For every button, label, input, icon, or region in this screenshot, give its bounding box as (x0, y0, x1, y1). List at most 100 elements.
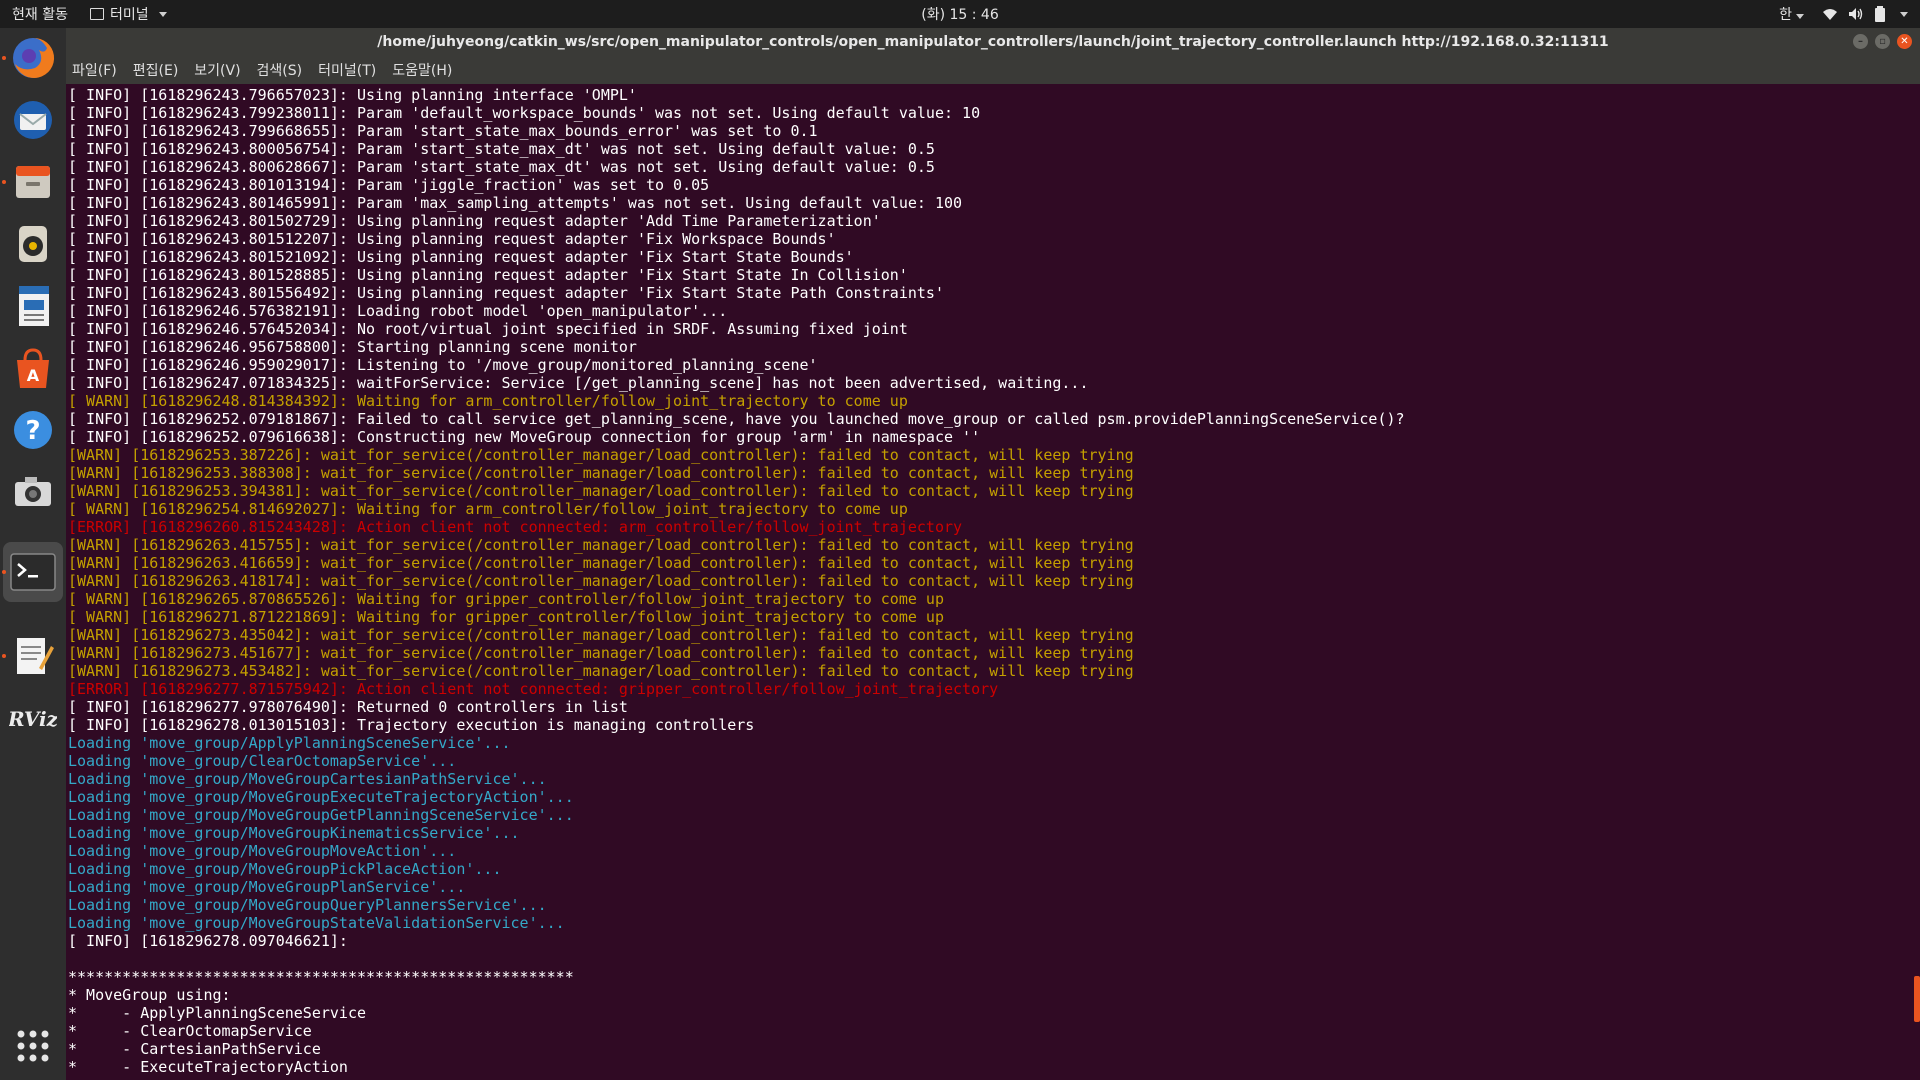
running-indicator (2, 654, 6, 658)
terminal-line: [ INFO] [1618296243.801528885]: Using pl… (68, 266, 908, 284)
terminal-line: [ INFO] [1618296252.079616638]: Construc… (68, 428, 981, 446)
terminal-line: [ INFO] [1618296247.071834325]: waitForS… (68, 374, 1089, 392)
camera-icon[interactable] (9, 468, 57, 516)
minimize-button[interactable]: – (1853, 34, 1868, 49)
terminal-line: ****************************************… (68, 968, 574, 986)
terminal-line: [ERROR] [1618296260.815243428]: Action c… (68, 518, 963, 536)
close-button[interactable]: ✕ (1897, 34, 1912, 49)
maximize-button[interactable]: ▫ (1875, 34, 1890, 49)
menu-help[interactable]: 도움말(H) (392, 60, 452, 80)
terminal-line: [ERROR] [1618296277.871575942]: Action c… (68, 680, 999, 698)
terminal-line: * - ExecuteTrajectoryAction (68, 1058, 348, 1076)
software-icon[interactable]: A (9, 344, 57, 392)
activities-button[interactable]: 현재 활동 (12, 4, 68, 24)
terminal-icon[interactable] (3, 542, 63, 602)
chevron-down-icon (158, 11, 167, 17)
clock[interactable]: (화) 15 : 46 (921, 4, 999, 24)
firefox-icon[interactable] (9, 34, 57, 82)
menu-terminal[interactable]: 터미널(T) (318, 60, 376, 80)
terminal-line: Loading 'move_group/MoveGroupExecuteTraj… (68, 788, 574, 806)
files-icon[interactable] (9, 158, 57, 206)
terminal-line: [ INFO] [1618296246.576452034]: No root/… (68, 320, 908, 338)
terminal-line: [ INFO] [1618296246.576382191]: Loading … (68, 302, 728, 320)
system-status-menu[interactable] (1822, 6, 1908, 22)
app-menu[interactable]: 터미널 (89, 4, 167, 24)
terminal-line: [ INFO] [1618296243.801556492]: Using pl… (68, 284, 944, 302)
terminal-line: [ INFO] [1618296243.799668655]: Param 's… (68, 122, 818, 140)
window-title: /home/juhyeong/catkin_ws/src/open_manipu… (377, 34, 1609, 50)
chevron-down-icon (1796, 14, 1804, 19)
terminal-line: [ INFO] [1618296277.978076490]: Returned… (68, 698, 628, 716)
scrollbar-thumb[interactable] (1914, 976, 1920, 1022)
terminal-line: [ INFO] [1618296243.801502729]: Using pl… (68, 212, 881, 230)
app-grid-icon[interactable] (9, 1022, 57, 1070)
input-method-indicator[interactable]: 한 (1779, 4, 1804, 24)
terminal-line: [ INFO] [1618296243.801512207]: Using pl… (68, 230, 836, 248)
svg-text:?: ? (25, 416, 40, 446)
terminal-line: [ INFO] [1618296243.801465991]: Param 'm… (68, 194, 963, 212)
terminal-line: [ INFO] [1618296243.796657023]: Using pl… (68, 86, 637, 104)
terminal-line: Loading 'move_group/MoveGroupCartesianPa… (68, 770, 547, 788)
running-indicator (2, 56, 6, 60)
writer-icon[interactable] (9, 282, 57, 330)
terminal-line: [WARN] [1618296273.453482]: wait_for_ser… (68, 662, 1134, 680)
volume-icon (1849, 8, 1863, 20)
rhythmbox-icon[interactable] (9, 220, 57, 268)
terminal-line: * MoveGroup using: (68, 986, 231, 1004)
terminal-line: Loading 'move_group/ApplyPlanningSceneSe… (68, 734, 511, 752)
terminal-line: [WARN] [1618296263.416659]: wait_for_ser… (68, 554, 1134, 572)
terminal-line: [WARN] [1618296263.415755]: wait_for_ser… (68, 536, 1134, 554)
terminal-line: [ INFO] [1618296278.013015103]: Trajecto… (68, 716, 755, 734)
thunderbird-icon[interactable] (9, 96, 57, 144)
terminal-line: * - ClearOctomapService (68, 1022, 312, 1040)
svg-text:RViz: RViz (9, 707, 57, 731)
terminal-line: Loading 'move_group/MoveGroupMoveAction'… (68, 842, 457, 860)
terminal-line: [WARN] [1618296253.388308]: wait_for_ser… (68, 464, 1134, 482)
menu-file[interactable]: 파일(F) (72, 60, 117, 80)
top-bar: 현재 활동 터미널 (화) 15 : 46 한 (0, 0, 1920, 28)
terminal-line: * - ApplyPlanningSceneService (68, 1004, 367, 1022)
terminal-lines: [ INFO] [1618296243.796657023]: Using pl… (68, 86, 1405, 1076)
terminal-line: [WARN] [1618296253.394381]: wait_for_ser… (68, 482, 1134, 500)
terminal-line: Loading 'move_group/MoveGroupPickPlaceAc… (68, 860, 502, 878)
window-title-bar[interactable]: /home/juhyeong/catkin_ws/src/open_manipu… (66, 28, 1920, 56)
terminal-line: Loading 'move_group/MoveGroupGetPlanning… (68, 806, 574, 824)
terminal-line: [ INFO] [1618296243.801013194]: Param 'j… (68, 176, 710, 194)
terminal-line: Loading 'move_group/MoveGroupPlanService… (68, 878, 466, 896)
battery-icon (1875, 6, 1885, 22)
help-icon[interactable]: ? (9, 406, 57, 454)
rviz-icon[interactable]: RViz (7, 694, 59, 742)
terminal-line: [ INFO] [1618296243.800628667]: Param 's… (68, 158, 935, 176)
menu-search[interactable]: 검색(S) (257, 60, 303, 80)
system-tray[interactable]: 한 (1779, 0, 1908, 28)
window-controls: – ▫ ✕ (1853, 34, 1912, 49)
terminal-line: Loading 'move_group/ClearOctomapService'… (68, 752, 457, 770)
terminal-line: [ INFO] [1618296278.097046621]: (68, 932, 348, 950)
dock: A ? RViz (0, 28, 66, 1080)
terminal-line: [ WARN] [1618296271.871221869]: Waiting … (68, 608, 944, 626)
terminal-line: [ INFO] [1618296246.959029017]: Listenin… (68, 356, 818, 374)
terminal-line: Loading 'move_group/MoveGroupStateValida… (68, 914, 565, 932)
svg-text:A: A (27, 366, 40, 385)
terminal-line: Loading 'move_group/MoveGroupQueryPlanne… (68, 896, 547, 914)
terminal-output[interactable]: [ INFO] [1618296243.796657023]: Using pl… (66, 84, 1920, 1080)
terminal-line: [ INFO] [1618296243.800056754]: Param 's… (68, 140, 935, 158)
wifi-icon (1823, 9, 1837, 20)
terminal-line: [WARN] [1618296273.451677]: wait_for_ser… (68, 644, 1134, 662)
terminal-small-icon (89, 8, 104, 20)
app-menu-label: 터미널 (109, 7, 149, 23)
chevron-down-icon (1900, 11, 1908, 17)
terminal-line: [WARN] [1618296263.418174]: wait_for_ser… (68, 572, 1134, 590)
terminal-line: [ INFO] [1618296252.079181867]: Failed t… (68, 410, 1405, 428)
running-indicator (2, 570, 6, 574)
menu-edit[interactable]: 편집(E) (133, 60, 179, 80)
terminal-line: [ INFO] [1618296243.801521092]: Using pl… (68, 248, 854, 266)
terminal-line: Loading 'move_group/MoveGroupKinematicsS… (68, 824, 520, 842)
text-editor-icon[interactable] (9, 632, 57, 680)
menu-view[interactable]: 보기(V) (194, 60, 240, 80)
terminal-line: [ WARN] [1618296248.814384392]: Waiting … (68, 392, 908, 410)
terminal-line: [ INFO] [1618296246.956758800]: Starting… (68, 338, 637, 356)
terminal-line: [ INFO] [1618296243.799238011]: Param 'd… (68, 104, 981, 122)
terminal-line: [WARN] [1618296253.387226]: wait_for_ser… (68, 446, 1134, 464)
